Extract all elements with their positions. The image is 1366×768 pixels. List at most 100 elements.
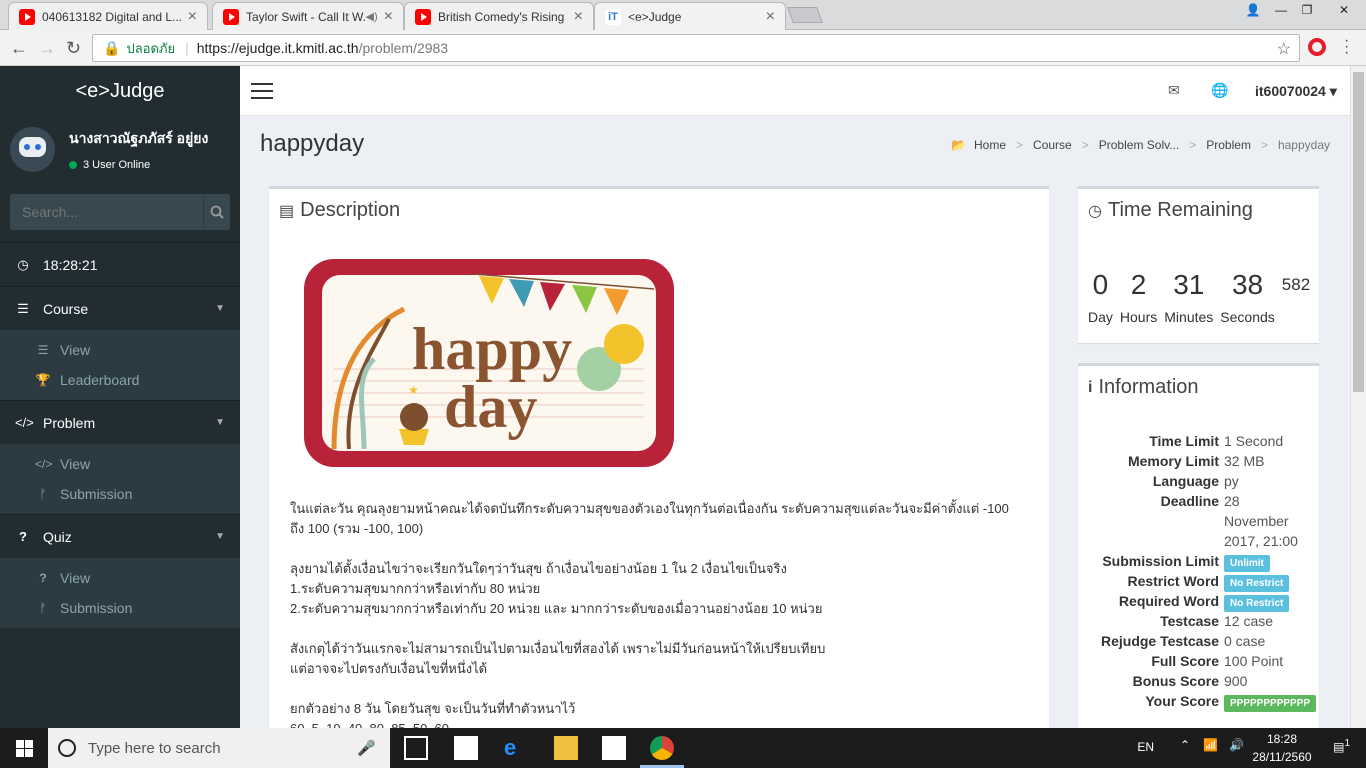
breadcrumb-problem[interactable]: Problem	[1206, 138, 1251, 152]
store-icon[interactable]	[602, 736, 626, 760]
description-heading: Description	[300, 199, 401, 221]
online-count: 3 User Online	[83, 158, 151, 171]
task-view-icon[interactable]	[404, 736, 428, 760]
bookmark-star-icon[interactable]: ☆	[1277, 39, 1291, 59]
sidebar-item-course-view[interactable]: ☰ View	[0, 335, 240, 365]
taskbar-date[interactable]: 28/11/2560	[1252, 750, 1312, 764]
microphone-icon[interactable]: 🎤	[357, 739, 376, 757]
sidebar-item-problem-submission[interactable]: ᚠ Submission	[0, 479, 240, 509]
notification-icon[interactable]: ▤1	[1333, 738, 1350, 754]
windows-start-icon[interactable]	[16, 740, 33, 757]
breadcrumb: 📂 Home > Course > Problem Solv... > Prob…	[951, 138, 1330, 152]
browser-tab[interactable]: British Comedy's Rising S... ×	[404, 2, 594, 30]
sidebar-item-course[interactable]: ☰ Course ▼	[0, 286, 240, 330]
breadcrumb-problem-solving[interactable]: Problem Solv...	[1099, 138, 1179, 152]
file-explorer-icon[interactable]	[554, 736, 578, 760]
edge-icon[interactable]: e	[504, 736, 528, 760]
close-icon[interactable]: ×	[574, 8, 583, 26]
status-badge: Unlimit	[1224, 555, 1270, 572]
countdown-timer: 0 Day 2 Hours 31 Minutes 38 Seconds 582	[1088, 269, 1311, 325]
forward-icon[interactable]: →	[38, 38, 56, 59]
happy-day-image: happy day ★	[304, 259, 674, 467]
user-dropdown[interactable]: it60070024 ▾	[1255, 83, 1337, 100]
list-icon: ☰	[37, 343, 49, 357]
chevron-down-icon: ▼	[215, 303, 225, 314]
browser-tab[interactable]: Taylor Swift - Call It W... ◀) ×	[212, 2, 404, 30]
new-tab-button[interactable]	[787, 7, 823, 23]
taskbar-time[interactable]: 18:28	[1252, 732, 1312, 746]
mail-icon[interactable]	[454, 736, 478, 760]
question-icon: ?	[19, 529, 27, 544]
opera-icon[interactable]	[1308, 38, 1326, 56]
folder-icon: 📂	[951, 138, 967, 152]
page-scrollbar[interactable]	[1350, 66, 1366, 728]
breadcrumb-home[interactable]: Home	[974, 138, 1006, 152]
sidebar: <e>Judge นางสาวณัฐภภัสร์ อยู่ยง 3 User O…	[0, 66, 240, 728]
close-icon[interactable]: ×	[384, 8, 393, 26]
online-status-icon	[69, 160, 77, 169]
info-row: Language py	[1152, 473, 1239, 489]
chevron-up-icon[interactable]: ⌃	[1180, 738, 1190, 752]
sidebar-item-problem-view[interactable]: </> View	[0, 449, 240, 479]
sidebar-item-leaderboard[interactable]: 🏆 Leaderboard	[0, 365, 240, 395]
globe-icon[interactable]: 🌐	[1211, 82, 1228, 99]
url-input[interactable]: 🔒 ปลอดภัย | https://ejudge.it.kmitl.ac.t…	[92, 34, 1300, 62]
hamburger-menu-icon[interactable]	[251, 83, 273, 104]
chevron-down-icon: ▼	[215, 417, 225, 428]
youtube-icon	[223, 8, 239, 25]
branch-icon: ᚠ	[39, 487, 47, 501]
info-row: Memory Limit 32 MB	[1127, 453, 1265, 469]
window-close-icon[interactable]: ✕	[1326, 0, 1362, 20]
avatar	[10, 126, 55, 172]
language-indicator[interactable]: EN	[1137, 740, 1154, 754]
sidebar-item-problem[interactable]: </> Problem ▼	[0, 400, 240, 444]
sidebar-item-quiz[interactable]: ? Quiz ▼	[0, 514, 240, 558]
information-heading: Information	[1098, 376, 1199, 398]
branch-icon: ᚠ	[39, 601, 47, 615]
sidebar-item-quiz-submission[interactable]: ᚠ Submission	[0, 593, 240, 623]
search-input[interactable]	[10, 194, 203, 230]
problem-submenu: </> View ᚠ Submission	[0, 444, 240, 514]
info-row: Required Word No Restrict	[1078, 591, 1319, 612]
timer-day: 0	[1092, 269, 1109, 300]
menu-kebab-icon[interactable]: · · ·	[1344, 33, 1349, 61]
browser-tab[interactable]: 040613182 Digital and L... ×	[8, 2, 208, 30]
sidebar-clock: ◷ 18:28:21	[0, 242, 240, 286]
tab-title: <e>Judge	[628, 9, 682, 24]
course-submenu: ☰ View 🏆 Leaderboard	[0, 330, 240, 400]
image-text-day: day	[444, 374, 537, 440]
timer-ms: 582	[1281, 275, 1311, 294]
chrome-icon[interactable]	[650, 736, 674, 760]
browser-tab-active[interactable]: iT <e>Judge ×	[594, 2, 786, 30]
sidebar-item-label: Quiz	[43, 528, 72, 545]
search-icon[interactable]	[203, 194, 230, 230]
profile-icon[interactable]: 👤	[1238, 0, 1268, 20]
close-icon[interactable]: ×	[766, 8, 775, 26]
timer-hours: 2	[1130, 269, 1147, 300]
network-icon[interactable]: 📶	[1203, 738, 1218, 752]
question-icon: ?	[39, 571, 47, 585]
tab-title: Taylor Swift - Call It W...	[246, 9, 366, 24]
envelope-icon[interactable]: ✉	[1168, 82, 1180, 99]
description-box: ▤ Description happy day ★ ในแต่ละวัน คุณ…	[269, 186, 1049, 728]
taskbar-search[interactable]: Type here to search 🎤	[48, 728, 390, 768]
back-icon[interactable]: ←	[10, 38, 28, 59]
main-content: ✉ 🌐 it60070024 ▾ happyday 📂 Home > Cours…	[240, 66, 1350, 728]
reload-icon[interactable]: ↻	[66, 38, 81, 59]
close-icon[interactable]: ×	[188, 8, 197, 26]
restore-icon[interactable]: ❐	[1292, 0, 1322, 20]
info-row: Restrict Word No Restrict	[1078, 571, 1319, 592]
tab-title: British Comedy's Rising S...	[438, 9, 568, 24]
brand-logo[interactable]: <e>Judge	[0, 66, 240, 116]
volume-icon[interactable]: 🔊	[1229, 738, 1244, 752]
list-icon: ☰	[17, 300, 29, 316]
sidebar-item-quiz-view[interactable]: ? View	[0, 563, 240, 593]
breadcrumb-course[interactable]: Course	[1033, 138, 1072, 152]
youtube-icon	[415, 8, 431, 25]
info-row: Your Score PPPPPPPPPPPP	[1078, 691, 1319, 712]
it-icon: iT	[605, 8, 621, 25]
time-remaining-heading: Time Remaining	[1107, 199, 1253, 221]
info-row: Deadline 28	[1160, 493, 1240, 509]
clock-icon: ◷	[1088, 202, 1102, 220]
problem-statement: ในแต่ละวัน คุณลุงยามหน้าคณะได้จดบันทึกระ…	[290, 501, 1009, 728]
